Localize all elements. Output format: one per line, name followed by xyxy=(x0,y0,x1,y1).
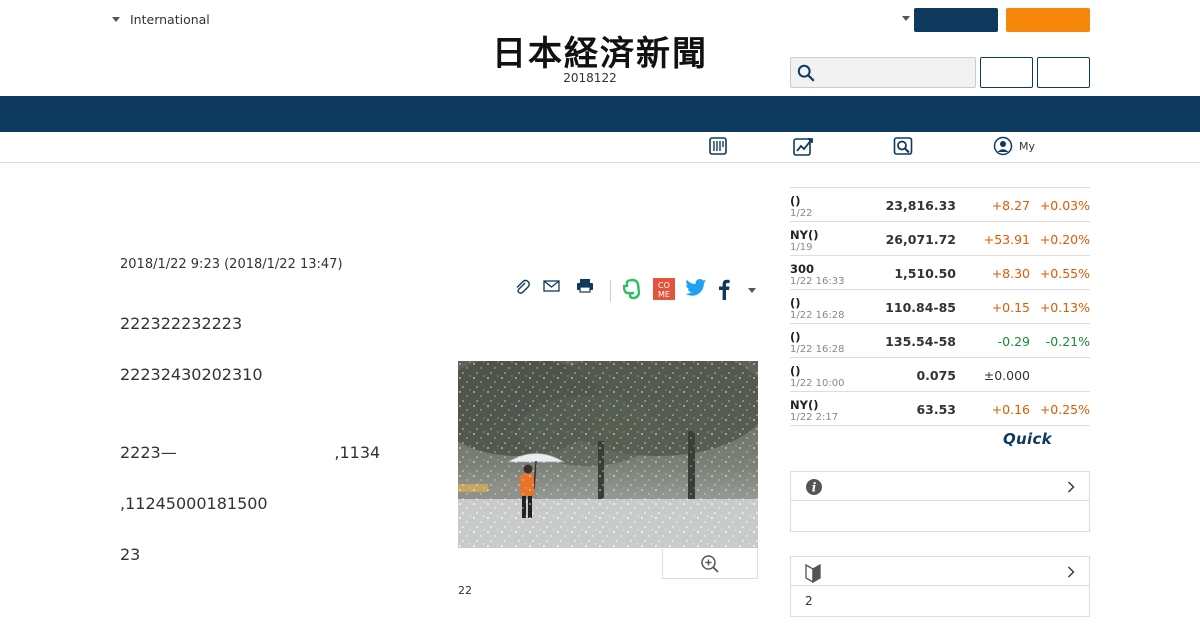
caret-down-icon xyxy=(112,17,120,22)
subnav-item-search[interactable] xyxy=(893,136,919,156)
market-name: () xyxy=(790,330,801,344)
market-change: ±0.000 xyxy=(983,368,1030,383)
beginner-box: 2 xyxy=(790,556,1090,617)
market-name: NY() xyxy=(790,228,819,242)
market-row[interactable]: () 1/22 23,816.33 +8.27 +0.03% xyxy=(790,188,1090,222)
market-row[interactable]: () 1/22 16:28 110.84-85 +0.15 +0.13% xyxy=(790,290,1090,324)
market-row[interactable]: 300 1/22 16:33 1,510.50 +8.30 +0.55% xyxy=(790,256,1090,290)
evernote-icon[interactable] xyxy=(623,278,641,300)
chevron-right-icon xyxy=(1068,566,1075,578)
photo-caption: 22 xyxy=(458,584,472,597)
chart-icon xyxy=(793,138,813,156)
beginner-box-body: 2 xyxy=(805,594,813,608)
market-time: 1/22 16:28 xyxy=(790,344,845,355)
beginner-mark-icon xyxy=(805,563,821,583)
info-box: i xyxy=(790,471,1090,532)
masthead-logo[interactable]: 日本経済新聞 xyxy=(450,26,750,75)
article-photo[interactable] xyxy=(458,361,758,548)
market-percent: -0.21% xyxy=(1045,334,1090,349)
quick-logo[interactable]: Quick xyxy=(1003,430,1052,448)
market-percent: +0.55% xyxy=(1039,266,1090,281)
beginner-box-header[interactable] xyxy=(791,557,1089,586)
market-value: 1,510.50 xyxy=(894,266,956,281)
search-box[interactable] xyxy=(790,57,976,88)
market-change: +53.91 xyxy=(983,232,1030,247)
date-line: 2018122 xyxy=(563,71,617,85)
search-icon xyxy=(797,64,815,82)
article-timestamp: 2018/1/22 9:23 (2018/1/22 13:47) xyxy=(120,257,343,272)
market-time: 1/22 2:17 xyxy=(790,412,839,423)
market-time: 1/22 16:33 xyxy=(790,276,845,287)
market-change: +8.30 xyxy=(991,266,1030,281)
article-paragraph: ,11245000181500 xyxy=(120,494,268,513)
market-row[interactable]: () 1/22 16:28 135.54-58 -0.29 -0.21% xyxy=(790,324,1090,358)
info-box-body xyxy=(791,501,1089,531)
search-option-button[interactable] xyxy=(1037,57,1090,88)
newspaper-icon xyxy=(709,137,727,155)
search-doc-icon xyxy=(893,137,913,155)
market-value: 26,071.72 xyxy=(885,232,956,247)
market-value: 135.54-58 xyxy=(885,334,956,349)
svg-text:CO: CO xyxy=(658,281,670,290)
market-percent: +0.03% xyxy=(1039,198,1090,213)
sub-nav: My xyxy=(0,132,1200,163)
print-icon[interactable] xyxy=(576,278,594,294)
info-icon: i xyxy=(806,479,822,495)
user-icon xyxy=(993,136,1013,156)
market-name: 300 xyxy=(790,262,815,276)
market-value: 23,816.33 xyxy=(885,198,956,213)
article-paragraph: 222322232223 xyxy=(120,314,243,333)
clip-icon[interactable] xyxy=(514,278,530,296)
search-input[interactable] xyxy=(819,62,969,84)
main-nav-bar xyxy=(0,96,1200,132)
market-value: 63.53 xyxy=(916,402,956,417)
share-divider xyxy=(610,280,611,302)
come-icon[interactable]: CO ME xyxy=(653,278,675,300)
market-name: () xyxy=(790,194,801,208)
subnav-item-paper[interactable] xyxy=(708,136,734,156)
market-table: () 1/22 23,816.33 +8.27 +0.03% NY() 1/19… xyxy=(790,187,1090,426)
edition-selector[interactable]: International xyxy=(112,12,210,27)
market-change: +0.16 xyxy=(991,402,1030,417)
login-button[interactable] xyxy=(914,8,998,32)
market-percent: +0.25% xyxy=(1039,402,1090,417)
market-time: 1/22 16:28 xyxy=(790,310,845,321)
mail-icon[interactable] xyxy=(543,278,560,294)
market-row[interactable]: NY() 1/19 26,071.72 +53.91 +0.20% xyxy=(790,222,1090,256)
edition-label: International xyxy=(130,12,210,27)
market-name: () xyxy=(790,296,801,310)
market-change: +8.27 xyxy=(991,198,1030,213)
chevron-right-icon xyxy=(1068,481,1075,493)
market-time: 1/22 xyxy=(790,208,813,219)
subnav-label: My xyxy=(1019,139,1036,153)
photo-zoom-button[interactable] xyxy=(662,549,758,579)
article-paragraph: 23 xyxy=(120,545,141,564)
market-name: () xyxy=(790,364,801,378)
market-value: 0.075 xyxy=(916,368,956,383)
article-paragraph: 2223— ,1134 xyxy=(120,443,381,462)
article-paragraph: 22232430202310 xyxy=(120,365,263,384)
zoom-in-icon xyxy=(701,554,719,573)
market-name: NY() xyxy=(790,398,819,412)
info-box-header[interactable]: i xyxy=(791,472,1089,501)
subnav-item-markets[interactable] xyxy=(792,136,822,158)
market-row[interactable]: () 1/22 10:00 0.075 ±0.000 xyxy=(790,358,1090,392)
market-change: -0.29 xyxy=(997,334,1030,349)
caret-down-icon[interactable] xyxy=(902,16,910,21)
facebook-icon[interactable] xyxy=(718,278,730,300)
subscribe-button[interactable] xyxy=(1006,8,1090,32)
market-percent: +0.13% xyxy=(1039,300,1090,315)
more-share-icon[interactable] xyxy=(748,288,756,293)
subnav-item-my[interactable]: My xyxy=(993,136,1035,156)
market-value: 110.84-85 xyxy=(885,300,956,315)
market-row[interactable]: NY() 1/22 2:17 63.53 +0.16 +0.25% xyxy=(790,392,1090,426)
svg-text:ME: ME xyxy=(658,290,670,299)
twitter-icon[interactable] xyxy=(685,278,707,298)
market-time: 1/22 10:00 xyxy=(790,378,845,389)
market-percent: +0.20% xyxy=(1039,232,1090,247)
search-button[interactable] xyxy=(980,57,1033,88)
market-time: 1/19 xyxy=(790,242,813,253)
market-change: +0.15 xyxy=(991,300,1030,315)
svg-text:i: i xyxy=(812,481,817,495)
